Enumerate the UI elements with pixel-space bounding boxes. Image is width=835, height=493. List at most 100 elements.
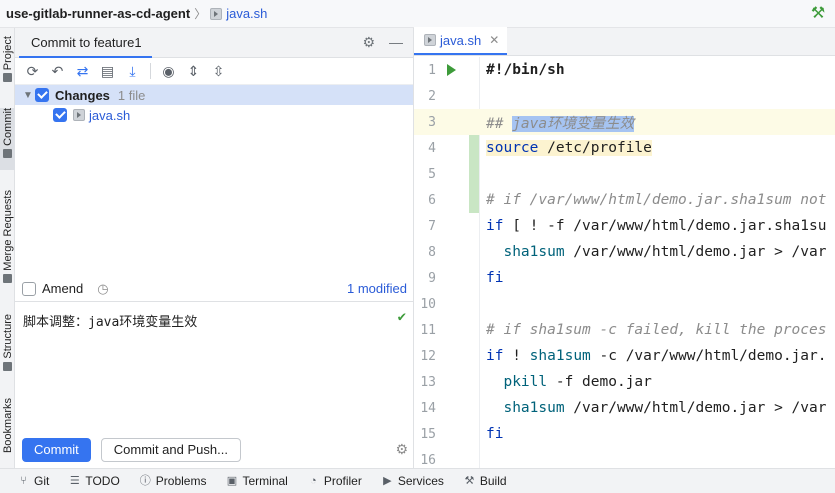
ide-window: use-gitlab-runner-as-cd-agent 〉 java.sh … (0, 0, 835, 493)
commit-panel-header: Commit to feature1 ⚙ — (15, 28, 413, 58)
code-text: source /etc/profile (486, 140, 652, 156)
line-number: 8 (428, 244, 436, 260)
code-line[interactable]: 16 (414, 447, 835, 468)
tool-tab-commit[interactable]: Commit (0, 108, 15, 170)
chevron-down-icon[interactable]: ▼ (21, 90, 35, 101)
tool-git-label: Git (34, 474, 50, 488)
line-number: 15 (420, 426, 436, 442)
breadcrumb-file-label: java.sh (226, 6, 268, 21)
code-text: pkill -f demo.jar (503, 374, 652, 390)
code-line[interactable]: 3 ## java环境变量生效 (414, 109, 835, 135)
title-bar: use-gitlab-runner-as-cd-agent 〉 java.sh … (0, 0, 835, 28)
code-line[interactable]: 9 fi (414, 265, 835, 291)
shelve-icon[interactable]: ▤ (98, 62, 117, 81)
build-hammer-icon[interactable]: ⚒ (809, 5, 827, 23)
tool-tab-structure-label: Structure (1, 314, 14, 359)
problems-icon: ⓘ (139, 474, 151, 487)
tool-tab-structure[interactable]: Structure (0, 314, 15, 380)
tool-tab-commit-label: Commit (1, 108, 14, 146)
line-number: 7 (428, 218, 436, 234)
file-checkbox[interactable] (53, 108, 67, 122)
shell-file-icon (424, 34, 436, 46)
code-line[interactable]: 15 fi (414, 421, 835, 447)
tool-tab-project[interactable]: Project (0, 36, 15, 88)
breadcrumb-file[interactable]: java.sh (210, 6, 267, 21)
run-gutter-icon[interactable] (447, 64, 456, 76)
tool-problems-label: Problems (155, 474, 207, 488)
line-number: 2 (428, 88, 436, 104)
commit-toolbar: ⟳ ↶ ⇄ ▤ ⤓ ◉ ⇕ ⇳ (15, 58, 413, 85)
code-text: # if sha1sum -c failed, kill the proces (486, 322, 827, 338)
update-download-icon[interactable]: ⤓ (123, 62, 142, 81)
commit-icon (3, 148, 12, 158)
shell-file-icon (73, 109, 85, 121)
amend-checkbox[interactable] (22, 281, 36, 296)
changes-count: 1 file (117, 87, 146, 103)
eye-icon[interactable]: ◉ (159, 62, 178, 81)
tool-build-label: Build (479, 474, 507, 488)
changed-file-row[interactable]: java.sh (15, 105, 413, 125)
code-line[interactable]: 8 sha1sum /var/www/html/demo.jar > /var (414, 239, 835, 265)
tool-todo[interactable]: ☰ TODO (69, 474, 120, 488)
minimize-icon[interactable]: — (389, 34, 403, 51)
commit-options-gear-icon[interactable]: ⚙ (395, 441, 408, 458)
code-line[interactable]: 4 source /etc/profile (414, 135, 835, 161)
history-clock-icon[interactable]: ◷ (97, 281, 108, 297)
tool-build[interactable]: ⚒ Build (464, 474, 507, 488)
code-line[interactable]: 13 pkill -f demo.jar (414, 369, 835, 395)
line-number: 3 (428, 114, 436, 130)
changes-checkbox[interactable] (35, 88, 49, 102)
tool-tab-bookmarks[interactable]: Bookmarks (0, 398, 15, 468)
tool-terminal[interactable]: ▣ Terminal (226, 474, 288, 488)
tool-tab-bookmarks-label: Bookmarks (1, 398, 14, 454)
tool-profiler[interactable]: ◔ Profiler (308, 474, 362, 488)
amend-label[interactable]: Amend (42, 281, 83, 296)
expand-all-icon[interactable]: ⇕ (184, 62, 203, 81)
commit-message-input[interactable]: 脚本调整：java环境变量生效 ✔ (15, 303, 414, 427)
code-line[interactable]: 5 (414, 161, 835, 187)
line-number: 5 (428, 166, 436, 182)
code-text: ## java环境变量生效 (486, 115, 635, 132)
code-text: if [ ! -f /var/www/html/demo.jar.sha1su (486, 218, 827, 234)
changes-group-row[interactable]: ▼ Changes 1 file (15, 85, 413, 105)
line-number: 11 (420, 322, 436, 338)
code-line[interactable]: 6 # if /var/www/html/demo.jar.sha1sum not (414, 187, 835, 213)
line-number: 4 (428, 140, 436, 156)
modified-count-link[interactable]: 1 modified (347, 281, 407, 296)
code-text: fi (486, 270, 504, 286)
commit-panel-tab[interactable]: Commit to feature1 (19, 28, 152, 58)
editor-tab-bar: java.sh ✕ (414, 27, 835, 56)
code-line[interactable]: 11 # if sha1sum -c failed, kill the proce… (414, 317, 835, 343)
code-line[interactable]: 12 if ! sha1sum -c /var/www/html/demo.jar… (414, 343, 835, 369)
refresh-icon[interactable]: ⟳ (23, 62, 42, 81)
merge-request-icon (3, 273, 12, 283)
collapse-all-icon[interactable]: ⇳ (209, 62, 228, 81)
editor-tab-java-sh[interactable]: java.sh ✕ (414, 27, 508, 55)
code-line[interactable]: 1 #!/bin/sh (414, 57, 835, 83)
code-editor[interactable]: 1 #!/bin/sh 2 3 ## java环境变量生效 4 source /etc/pr… (414, 57, 835, 468)
bottom-tool-bar: ⑂ Git ☰ TODO ⓘ Problems ▣ Terminal ◔ Profiler… (0, 468, 835, 493)
settings-gear-icon[interactable]: ⚙ (362, 34, 375, 51)
changes-label: Changes (55, 87, 110, 103)
shell-file-icon (210, 7, 223, 20)
tool-profiler-label: Profiler (323, 474, 362, 488)
commit-and-push-button[interactable]: Commit and Push... (100, 437, 241, 462)
show-diff-icon[interactable]: ⇄ (73, 62, 92, 81)
changes-tree: ▼ Changes 1 file java.sh (15, 85, 413, 285)
tool-problems[interactable]: ⓘ Problems (140, 474, 207, 488)
profiler-icon: ◔ (310, 474, 317, 487)
tool-terminal-label: Terminal (242, 474, 288, 488)
build-hammer-icon: ⚒ (464, 474, 475, 487)
project-name[interactable]: use-gitlab-runner-as-cd-agent (6, 6, 190, 21)
code-line[interactable]: 14 sha1sum /var/www/html/demo.jar > /var (414, 395, 835, 421)
commit-button[interactable]: Commit (22, 437, 91, 462)
code-text: sha1sum /var/www/html/demo.jar > /var (503, 400, 827, 416)
code-line[interactable]: 2 (414, 83, 835, 109)
tool-git[interactable]: ⑂ Git (18, 474, 49, 488)
close-tab-icon[interactable]: ✕ (489, 33, 499, 47)
tool-services[interactable]: ▶ Services (382, 474, 444, 488)
code-line[interactable]: 7 if [ ! -f /var/www/html/demo.jar.sha1su (414, 213, 835, 239)
rollback-icon[interactable]: ↶ (48, 62, 67, 81)
tool-tab-merge-requests[interactable]: Merge Requests (0, 190, 15, 302)
code-line[interactable]: 10 (414, 291, 835, 317)
